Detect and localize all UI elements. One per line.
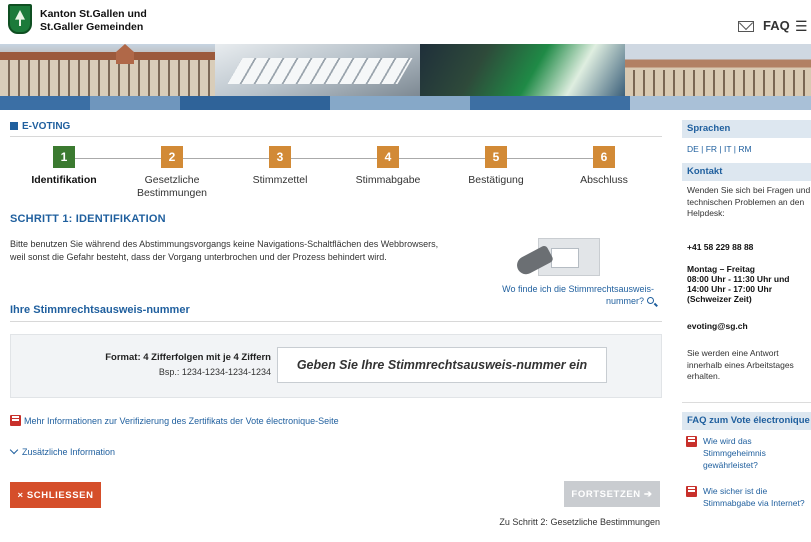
certificate-info-label: Mehr Informationen zur Verifizierung des… <box>24 416 339 426</box>
faq-item[interactable]: Wie wird das Stimmgeheimnis gewährleiste… <box>686 435 806 471</box>
zoom-icon <box>647 297 654 304</box>
divider <box>10 136 662 137</box>
menu-icon[interactable]: ☰ <box>795 18 808 35</box>
step-3: 3 Stimmzettel <box>230 146 330 187</box>
languages-heading: Sprachen <box>682 120 811 138</box>
chevron-down-icon <box>9 445 19 455</box>
step-number: 6 <box>593 146 615 168</box>
step-number: 2 <box>161 146 183 168</box>
contact-heading: Kontakt <box>682 163 811 181</box>
pdf-icon <box>686 436 697 447</box>
step-number: 1 <box>53 146 75 168</box>
faq-item-label: Wie wird das Stimmgeheimnis gewährleiste… <box>703 436 766 470</box>
additional-info-label: Zusätzliche Information <box>22 447 116 457</box>
step-6: 6 Abschluss <box>554 146 654 187</box>
helpdesk-phone[interactable]: +41 58 229 88 88 <box>687 242 811 254</box>
additional-info-toggle[interactable]: Zusätzliche Information <box>9 445 116 457</box>
banner-tower <box>116 44 134 64</box>
pdf-icon <box>10 415 21 426</box>
step-1: 1 Identifikation <box>14 146 114 187</box>
step-4: 4 Stimmabgabe <box>338 146 438 187</box>
step-label: Identifikation <box>31 174 97 186</box>
certificate-info-link[interactable]: Mehr Informationen zur Verifizierung des… <box>10 415 339 426</box>
organisation-name[interactable]: Kanton St.Gallen und St.Galler Gemeinden <box>40 8 147 34</box>
reply-note: Sie werden eine Antwort innerhalb eines … <box>687 348 794 381</box>
close-button[interactable]: × SCHLIESSEN <box>10 482 101 508</box>
intro-text: Bitte benutzen Sie während des Abstimmun… <box>10 239 439 262</box>
field-title: Ihre Stimmrechtsausweis-nummer <box>10 304 190 316</box>
where-to-find-label: Wo finde ich die Stimmrechtsausweis-numm… <box>502 284 654 306</box>
header-banner-image <box>0 44 811 96</box>
banner-building-right <box>625 44 811 96</box>
step-title: SCHRITT 1: IDENTIFIKATION <box>10 213 166 225</box>
banner-flag <box>420 44 625 96</box>
hours-line: Montag – Freitag <box>687 264 756 274</box>
id-entry-panel: Format: 4 Zifferfolgen mit je 4 Ziffern … <box>10 334 662 398</box>
step-number: 5 <box>485 146 507 168</box>
faq-item-label: Wie sicher ist die Stimmabgabe via Inter… <box>703 486 805 508</box>
hours-line: (Schweizer Zeit) <box>687 294 752 304</box>
step-number: 4 <box>377 146 399 168</box>
next-step-hint: Zu Schritt 2: Gesetzliche Bestimmungen <box>499 517 660 527</box>
faq-item[interactable]: Wie sicher ist die Stimmabgabe via Inter… <box>686 485 806 509</box>
step-label: Stimmzettel <box>252 174 308 186</box>
org-line-1: Kanton St.Gallen und <box>40 8 147 20</box>
contact-intro: Wenden Sie sich bei Fragen und technisch… <box>687 185 811 218</box>
hours-line: 08:00 Uhr - 11:30 Uhr und <box>687 274 790 284</box>
pdf-icon <box>686 486 697 497</box>
where-to-find-link[interactable]: Wo finde ich die Stimmrechtsausweis-numm… <box>470 283 654 307</box>
banner-keyboard <box>215 44 420 96</box>
org-line-2: St.Galler Gemeinden <box>40 21 144 33</box>
step-number: 3 <box>269 146 291 168</box>
divider <box>682 402 811 403</box>
faq-link[interactable]: FAQ <box>763 18 790 33</box>
faq-heading: FAQ zum Vote électronique <box>682 412 811 430</box>
top-bar: Kanton St.Gallen und St.Galler Gemeinden… <box>0 0 811 44</box>
color-strip <box>0 96 811 110</box>
banner-building-left <box>0 60 215 96</box>
section-label: E-VOTING <box>10 121 70 132</box>
canton-crest-logo[interactable] <box>8 4 32 34</box>
voting-id-input[interactable] <box>277 347 607 383</box>
divider <box>10 321 662 322</box>
step-label: Gesetzliche Bestimmungen <box>136 174 208 199</box>
language-switcher[interactable]: DE | FR | IT | RM <box>687 144 811 156</box>
step-label: Bestätigung <box>468 174 524 186</box>
continue-button[interactable]: FORTSETZEN ➔ <box>564 481 660 507</box>
helpdesk-hours: Montag – Freitag 08:00 Uhr - 11:30 Uhr u… <box>687 264 811 304</box>
helpdesk-email[interactable]: evoting@sg.ch <box>687 321 811 333</box>
format-hint: Format: 4 Zifferfolgen mit je 4 Ziffern <box>105 352 271 363</box>
format-example: Bsp.: 1234-1234-1234-1234 <box>158 367 271 377</box>
step-2: 2 Gesetzliche Bestimmungen <box>122 146 222 200</box>
step-5: 5 Bestätigung <box>446 146 546 187</box>
mail-icon[interactable] <box>738 21 754 32</box>
step-label: Stimmabgabe <box>355 174 421 186</box>
step-label: Abschluss <box>580 174 628 186</box>
hours-line: 14:00 Uhr - 17:00 Uhr <box>687 284 773 294</box>
